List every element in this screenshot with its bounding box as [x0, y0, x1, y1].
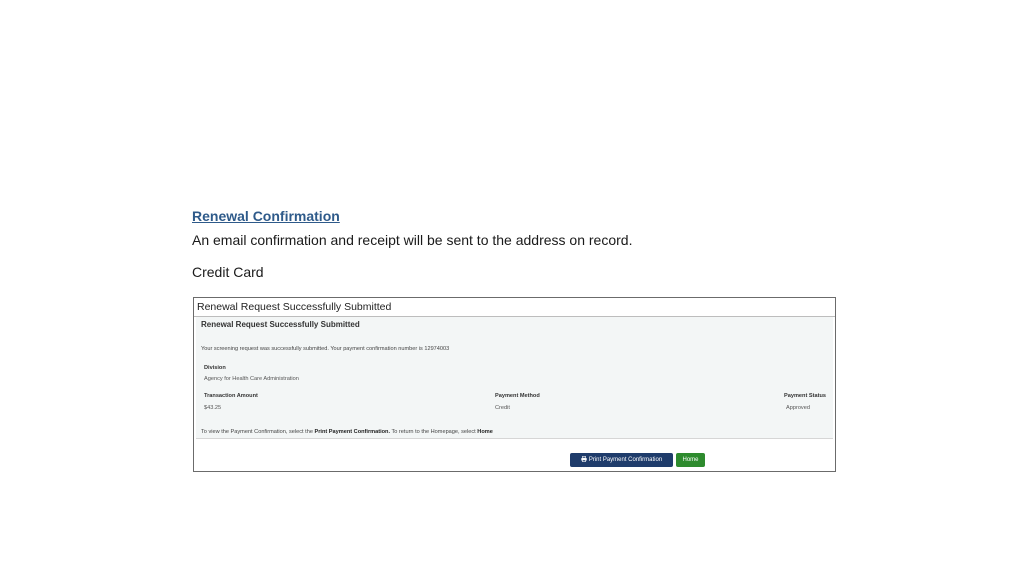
amount-label: Transaction Amount — [204, 393, 258, 399]
division-label: Division — [204, 365, 226, 371]
payment-method-title: Credit Card — [192, 264, 264, 280]
instruction-home-ref: Home — [477, 429, 493, 435]
amount-value: $43.25 — [204, 405, 222, 411]
confirmation-panel: Renewal Request Successfully Submitted R… — [193, 297, 836, 472]
instruction-pre: To view the Payment Confirmation, select… — [201, 429, 315, 435]
payment-status-value: Approved — [786, 405, 810, 411]
instruction-mid: To return to the Homepage, select — [390, 429, 478, 435]
home-button[interactable]: Home — [676, 453, 705, 467]
payment-method-value: Credit — [495, 405, 510, 411]
printer-icon — [581, 456, 587, 463]
panel-subtitle: Renewal Request Successfully Submitted — [201, 320, 360, 329]
success-message: Your screening request was successfully … — [201, 346, 450, 352]
print-button-label: Print Payment Confirmation — [588, 457, 663, 463]
instruction-print-ref: Print Payment Confirmation. — [314, 429, 391, 435]
instruction-text: To view the Payment Confirmation, select… — [201, 429, 493, 435]
home-button-label: Home — [682, 457, 699, 463]
page-heading: Renewal Confirmation — [192, 208, 340, 224]
division-value: Agency for Health Care Administration — [204, 376, 299, 382]
panel-body: Renewal Request Successfully Submitted Y… — [196, 317, 833, 439]
payment-method-label: Payment Method — [495, 393, 540, 399]
payment-status-label: Payment Status — [784, 393, 826, 399]
panel-title: Renewal Request Successfully Submitted — [194, 298, 835, 317]
intro-text: An email confirmation and receipt will b… — [192, 232, 633, 248]
print-confirmation-button[interactable]: Print Payment Confirmation — [570, 453, 673, 467]
